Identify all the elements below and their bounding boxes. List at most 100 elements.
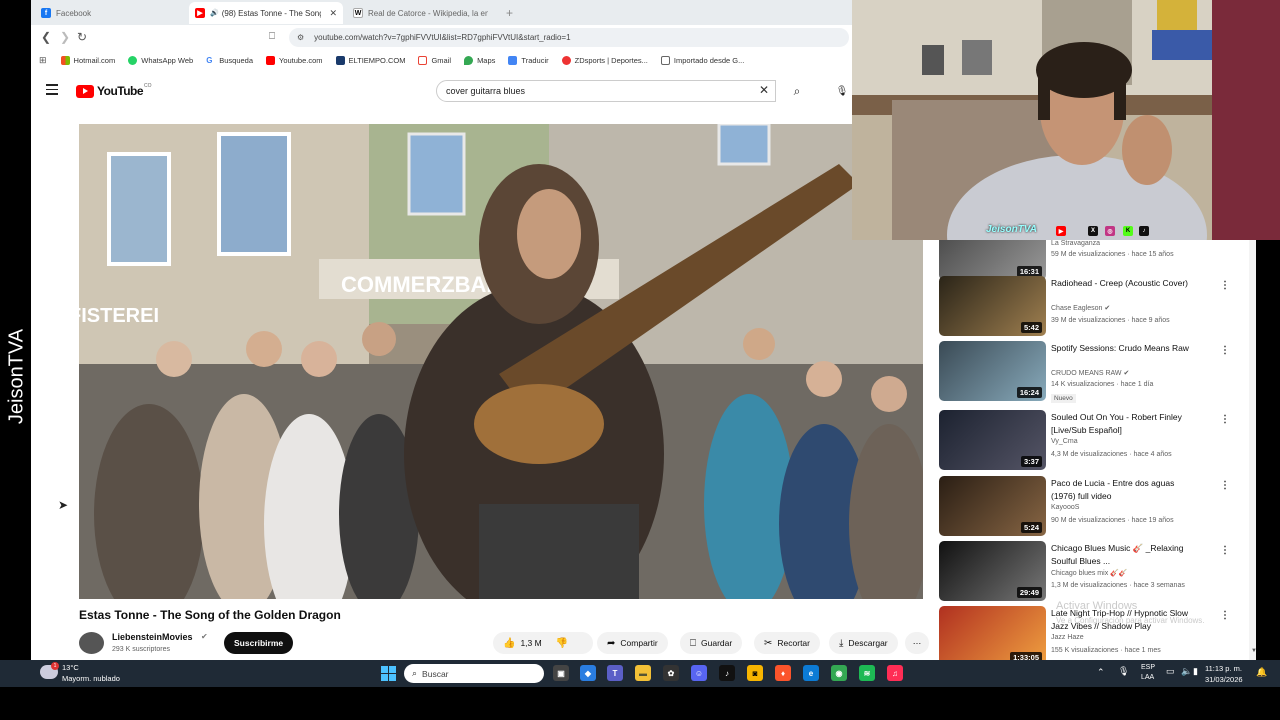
- clip-button[interactable]: ✂ Recortar: [754, 632, 820, 654]
- list-item[interactable]: 1:33:05 Late Night Trip-Hop // Hypnotic …: [939, 606, 1249, 660]
- scroll-down-arrow-icon[interactable]: ▼: [1251, 648, 1256, 654]
- clear-search-icon[interactable]: ✕: [759, 83, 769, 97]
- video-thumbnail[interactable]: 1:33:05: [939, 606, 1046, 660]
- address-bar[interactable]: ⚙ youtube.com/watch?v=7gphiFVVtUI&list=R…: [289, 28, 849, 47]
- list-item[interactable]: 5:42 Radiohead - Creep (Acoustic Cover) …: [939, 276, 1249, 338]
- dislike-icon[interactable]: 👎: [556, 638, 568, 649]
- like-icon[interactable]: 👍: [503, 638, 515, 649]
- download-button[interactable]: ⤓ Descargar: [829, 632, 898, 654]
- close-tab-icon[interactable]: ✕: [329, 8, 337, 19]
- rec-title[interactable]: Radiohead - Creep (Acoustic Cover): [1051, 277, 1191, 290]
- subscribe-button[interactable]: Suscribirme: [224, 632, 294, 654]
- bookmark-icon[interactable]: ⎕: [269, 31, 275, 42]
- bookmark-youtube[interactable]: Youtube.com: [266, 55, 323, 65]
- more-actions-button[interactable]: ⋯: [905, 632, 929, 654]
- volume-icon[interactable]: 🔈: [1181, 666, 1192, 677]
- bookmark-whatsapp[interactable]: WhatsApp Web: [128, 55, 193, 65]
- task-view-icon[interactable]: ▣: [553, 665, 569, 681]
- video-thumbnail[interactable]: 3:37: [939, 410, 1046, 470]
- rec-channel[interactable]: La Stravaganza: [1051, 240, 1100, 247]
- rec-channel-row[interactable]: Chase Eagleson ✔: [1051, 304, 1110, 312]
- list-item[interactable]: 5:24 Paco de Lucia - Entre dos aguas (19…: [939, 476, 1249, 538]
- more-options-icon[interactable]: ⋮: [1220, 345, 1230, 356]
- clock-date[interactable]: 31/03/2026: [1205, 675, 1243, 684]
- keyboard-layout[interactable]: LAA: [1141, 674, 1154, 681]
- copilot-icon[interactable]: ◆: [580, 665, 596, 681]
- notifications-bell-icon[interactable]: 🔔: [1256, 667, 1267, 678]
- forward-icon[interactable]: ❯: [60, 30, 70, 44]
- windows-start-icon[interactable]: [381, 666, 396, 681]
- bookmark-traducir[interactable]: Traducir: [508, 55, 549, 65]
- rec-title[interactable]: Spotify Sessions: Crudo Means Raw: [1051, 342, 1191, 355]
- video-thumbnail[interactable]: 16:24: [939, 341, 1046, 401]
- bookmark-maps[interactable]: Maps: [464, 55, 495, 65]
- rec-title[interactable]: Chicago Blues Music 🎸 _Relaxing Soulful …: [1051, 542, 1191, 567]
- back-icon[interactable]: ❮: [41, 30, 51, 44]
- edge-icon[interactable]: e: [803, 665, 819, 681]
- share-button[interactable]: ➦ Compartir: [597, 632, 668, 654]
- more-options-icon[interactable]: ⋮: [1220, 480, 1230, 491]
- temperature[interactable]: 13°C: [62, 663, 79, 672]
- tiktok-icon[interactable]: ♪: [719, 665, 735, 681]
- rec-channel[interactable]: Vy_Cma: [1051, 438, 1078, 445]
- tab-facebook[interactable]: f Facebook: [35, 2, 185, 24]
- rec-channel[interactable]: KayoooS: [1051, 504, 1079, 511]
- search-input[interactable]: cover guitarra blues: [436, 80, 776, 102]
- photos-icon[interactable]: ◙: [747, 665, 763, 681]
- rec-channel[interactable]: Jazz Haze: [1051, 634, 1084, 641]
- bookmark-hotmail[interactable]: Hotmail.com: [60, 55, 115, 65]
- search-icon[interactable]: ⌕: [783, 80, 811, 102]
- more-options-icon[interactable]: ⋮: [1220, 610, 1230, 621]
- like-count[interactable]: 1,3 M: [520, 638, 541, 648]
- video-thumbnail[interactable]: 5:42: [939, 276, 1046, 336]
- bookmark-importado[interactable]: Importado desde G...: [660, 55, 744, 65]
- more-options-icon[interactable]: ⋮: [1220, 545, 1230, 556]
- tab-wikipedia[interactable]: W Real de Catorce - Wikipedia, la encicl: [347, 2, 497, 24]
- rec-channel[interactable]: Chicago blues mix 🎸🎸: [1051, 569, 1128, 577]
- channel-avatar[interactable]: [79, 632, 104, 654]
- list-item[interactable]: 3:37 Souled Out On You - Robert Finley […: [939, 410, 1249, 472]
- bookmark-busqueda[interactable]: G Busqueda: [206, 55, 253, 65]
- music-app-icon[interactable]: ♫: [887, 665, 903, 681]
- tab-youtube-active[interactable]: ▶ 🔊 (98) Estas Tonne - The Song o ✕: [189, 2, 343, 24]
- site-info-icon[interactable]: ⚙: [297, 33, 304, 42]
- file-explorer-icon[interactable]: ▬: [635, 665, 651, 681]
- list-item[interactable]: 29:49 Chicago Blues Music 🎸 _Relaxing So…: [939, 541, 1249, 603]
- rec-title[interactable]: Souled Out On You - Robert Finley [Live/…: [1051, 411, 1191, 436]
- rec-title[interactable]: Paco de Lucia - Entre dos aguas (1976) f…: [1051, 477, 1191, 502]
- channel-name[interactable]: LiebensteinMovies: [112, 632, 193, 642]
- teams-icon[interactable]: T: [607, 665, 623, 681]
- video-thumbnail[interactable]: 5:24: [939, 476, 1046, 536]
- battery-icon[interactable]: ▮: [1193, 666, 1198, 677]
- network-icon[interactable]: ▭: [1166, 666, 1175, 677]
- show-hidden-icons-icon[interactable]: ⌃: [1097, 667, 1105, 678]
- language-indicator[interactable]: ESP: [1141, 664, 1155, 671]
- sidebar-scrollbar[interactable]: [1249, 240, 1256, 660]
- taskbar-search-input[interactable]: ⌕ Buscar: [404, 664, 544, 683]
- list-item[interactable]: 16:24 Spotify Sessions: Crudo Means Raw …: [939, 341, 1249, 403]
- new-tab-button[interactable]: +: [506, 6, 513, 20]
- video-thumbnail[interactable]: 16:31: [939, 240, 1046, 280]
- chatgpt-icon[interactable]: ✿: [663, 665, 679, 681]
- video-player[interactable]: COMMERZBAN FISTEREI: [79, 124, 923, 599]
- video-thumbnail[interactable]: 29:49: [939, 541, 1046, 601]
- discord-icon[interactable]: ☺: [691, 665, 707, 681]
- microphone-icon[interactable]: 🎙: [1118, 666, 1129, 677]
- more-options-icon[interactable]: ⋮: [1220, 280, 1230, 291]
- bookmark-zdsports[interactable]: ZDsports | Deportes...: [561, 55, 648, 65]
- more-options-icon[interactable]: ⋮: [1220, 414, 1230, 425]
- clock-time[interactable]: 11:13 p. m.: [1205, 664, 1242, 673]
- rec-channel-row[interactable]: CRUDO MEANS RAW ✔: [1051, 369, 1129, 377]
- reload-icon[interactable]: ↻: [77, 30, 87, 44]
- menu-icon[interactable]: [46, 84, 58, 95]
- save-button[interactable]: ⎕ Guardar: [680, 632, 743, 654]
- spotify-icon[interactable]: ≋: [859, 665, 875, 681]
- bookmark-eltiempo[interactable]: ELTIEMPO.COM: [335, 55, 405, 65]
- apps-grid-icon[interactable]: ⊞: [39, 55, 47, 66]
- microphone-icon[interactable]: 🎙: [831, 80, 853, 102]
- weather-description[interactable]: Mayorm. nublado: [62, 674, 120, 683]
- chrome-icon[interactable]: ◉: [831, 665, 847, 681]
- bookmark-gmail[interactable]: Gmail: [418, 55, 451, 65]
- youtube-logo[interactable]: YouTube CO: [76, 83, 152, 98]
- brave-icon[interactable]: ♦: [775, 665, 791, 681]
